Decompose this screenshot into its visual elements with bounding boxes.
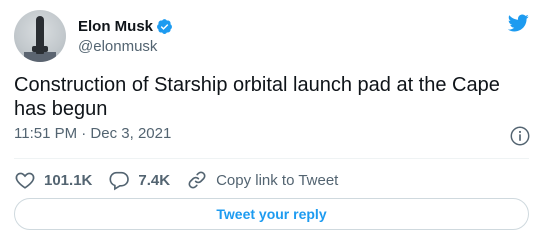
verified-badge-icon (157, 18, 172, 34)
author-name[interactable]: Elon Musk (78, 18, 153, 35)
author-name-row: Elon Musk (78, 16, 173, 36)
divider (14, 158, 529, 159)
tweet-actions: 101.1K 7.4K Copy link to Tweet (14, 168, 354, 192)
reply-count-button[interactable]: 7.4K (108, 169, 170, 191)
copy-link-button[interactable]: Copy link to Tweet (186, 169, 338, 191)
reply-bubble-icon (109, 171, 130, 191)
like-count: 101.1K (44, 171, 93, 189)
copy-link-label: Copy link to Tweet (216, 171, 339, 189)
twitter-bird-icon[interactable] (507, 12, 529, 34)
author-handle[interactable]: @elonmusk (78, 38, 157, 55)
heart-icon (15, 172, 35, 189)
link-icon (188, 171, 206, 189)
tweet-header: Elon Musk @elonmusk (14, 10, 529, 62)
tweet-your-reply-button[interactable]: Tweet your reply (14, 198, 529, 230)
tweet-text: Construction of Starship orbital launch … (14, 74, 500, 120)
like-button[interactable]: 101.1K (14, 169, 92, 191)
reply-count: 7.4K (138, 171, 171, 189)
tweet-timestamp[interactable]: 11:51 PM · Dec 3, 2021 (14, 125, 171, 142)
avatar[interactable] (14, 10, 66, 62)
info-icon[interactable] (509, 125, 531, 147)
